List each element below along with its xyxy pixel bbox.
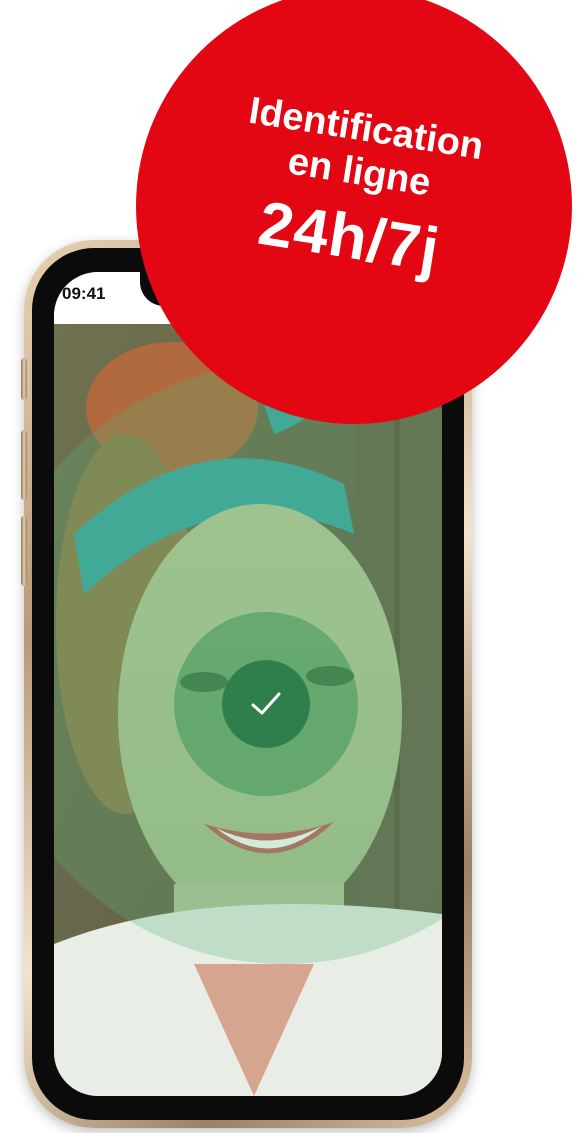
promo-badge: Identification en ligne 24h/7j	[136, 0, 572, 424]
status-time: 09:41	[62, 284, 106, 303]
verification-success-badge	[222, 660, 310, 748]
silent-switch	[21, 358, 27, 400]
volume-up-button	[21, 430, 27, 500]
check-icon	[251, 692, 281, 715]
volume-down-button	[21, 516, 27, 586]
